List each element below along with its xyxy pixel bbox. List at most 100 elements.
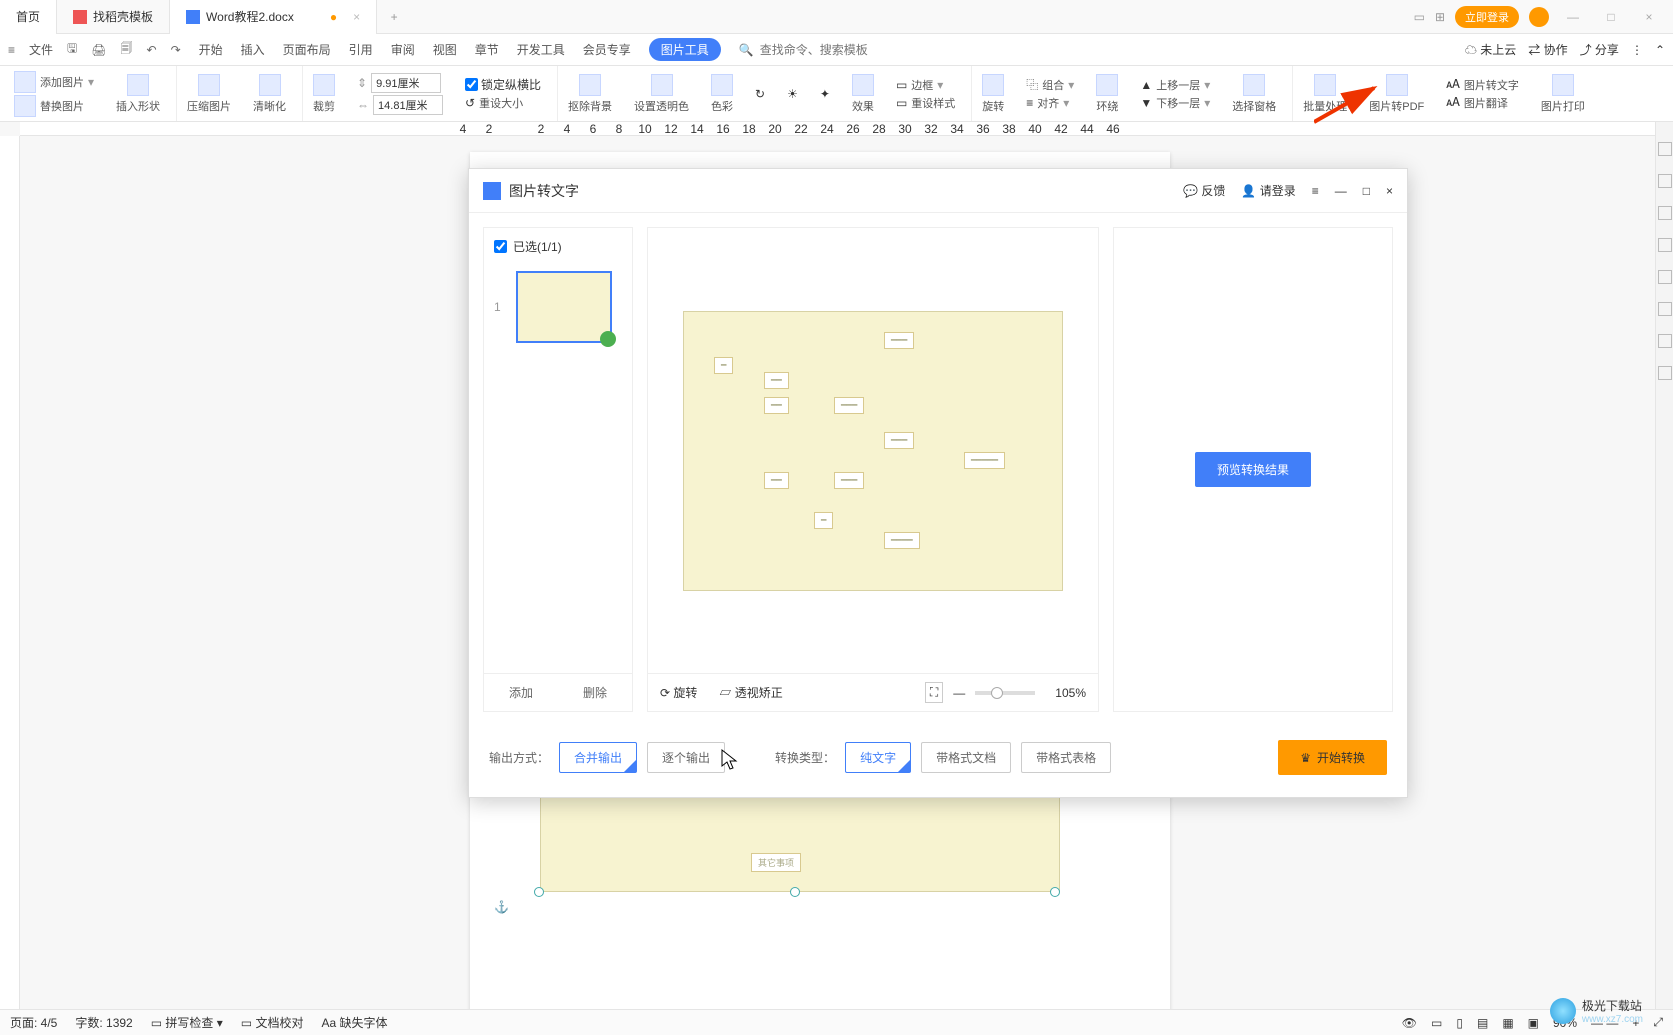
align-button[interactable]: ≡对齐▾: [1026, 95, 1069, 111]
tab-template[interactable]: 找稻壳模板: [57, 0, 170, 34]
effects-button[interactable]: 效果: [846, 66, 880, 121]
page-mode-icon[interactable]: ▯: [1456, 1016, 1463, 1030]
height-input[interactable]: [373, 95, 443, 115]
sidebar-location-icon[interactable]: [1658, 302, 1672, 316]
thumbnail-item[interactable]: [516, 271, 612, 343]
command-search-input[interactable]: [760, 43, 890, 57]
tab-document[interactable]: Word教程2.docx●×: [170, 0, 377, 34]
menu-picture-tools[interactable]: 图片工具: [649, 38, 721, 61]
login-button[interactable]: 立即登录: [1455, 6, 1519, 28]
rotate-preview-button[interactable]: ⟳ 旋转: [660, 684, 697, 701]
reset-size-button[interactable]: ↺重设大小: [465, 95, 523, 111]
preview-result-button[interactable]: 预览转换结果: [1195, 452, 1311, 487]
start-convert-button[interactable]: ♛开始转换: [1278, 740, 1387, 775]
crop-button[interactable]: 裁剪: [302, 66, 341, 121]
menu-insert[interactable]: 插入: [241, 41, 265, 58]
undo-icon[interactable]: ↶: [147, 43, 157, 57]
window-close[interactable]: ×: [1635, 10, 1663, 24]
avatar-icon[interactable]: [1529, 7, 1549, 27]
file-menu[interactable]: 文件: [29, 41, 53, 58]
reset-style-button[interactable]: ▭重设样式: [896, 95, 955, 111]
reading-icon[interactable]: ▣: [1528, 1016, 1539, 1030]
menu-page-layout[interactable]: 页面布局: [283, 41, 331, 58]
print-image-button[interactable]: 图片打印: [1535, 66, 1591, 121]
word-count[interactable]: 字数: 1392: [75, 1014, 132, 1031]
clarify-button[interactable]: 清晰化: [247, 66, 292, 121]
sidebar-help-icon[interactable]: [1658, 366, 1672, 380]
preview-image[interactable]: ━━━ ━ ━━ ━━ ━━━ ━━━ ━━━━━ ━━ ━━━ ━ ━━━━: [683, 311, 1063, 591]
type-table-button[interactable]: 带格式表格: [1021, 742, 1111, 773]
color-button[interactable]: 色彩: [705, 66, 739, 121]
print-icon[interactable]: 🖨: [91, 43, 106, 57]
tab-close-icon[interactable]: ×: [353, 10, 360, 24]
translate-button[interactable]: 🗚图片翻译: [1446, 95, 1508, 111]
delete-thumb-button[interactable]: 删除: [558, 674, 632, 711]
sidebar-tool-icon[interactable]: [1658, 334, 1672, 348]
proof-button[interactable]: ▭ 文档校对: [241, 1014, 304, 1031]
web-mode-icon[interactable]: ▦: [1502, 1016, 1513, 1030]
menu-references[interactable]: 引用: [349, 41, 373, 58]
sidebar-style-icon[interactable]: [1658, 142, 1672, 156]
pic-rotate-button[interactable]: ↻: [749, 66, 771, 121]
up-layer-button[interactable]: ▲上移一层▾: [1140, 77, 1210, 93]
save-icon[interactable]: 🖫: [67, 39, 77, 60]
wrap-button[interactable]: 环绕: [1090, 66, 1124, 121]
replace-image-button[interactable]: 替换图片: [14, 95, 84, 117]
window-maximize[interactable]: □: [1597, 10, 1625, 24]
output-each-button[interactable]: 逐个输出: [647, 742, 725, 773]
read-mode-icon[interactable]: ▭: [1431, 1016, 1442, 1030]
resize-handle[interactable]: [534, 887, 544, 897]
cloud-status[interactable]: ☁ 未上云: [1465, 41, 1516, 58]
menu-vip[interactable]: 会员专享: [583, 41, 631, 58]
select-all-checkbox[interactable]: [494, 240, 507, 253]
feedback-button[interactable]: 💬 反馈: [1183, 182, 1225, 199]
layout-icon[interactable]: ▭: [1414, 10, 1425, 24]
pic-bright-button[interactable]: ☀: [781, 66, 804, 121]
resize-handle[interactable]: [790, 887, 800, 897]
spellcheck-button[interactable]: ▭ 拼写检查 ▾: [151, 1014, 223, 1031]
fit-icon[interactable]: ⛶: [925, 682, 943, 703]
pic-sparkle-button[interactable]: ✦: [814, 66, 836, 121]
view-mode-icon[interactable]: 👁: [1402, 1016, 1417, 1030]
menu-view[interactable]: 视图: [433, 41, 457, 58]
new-tab-button[interactable]: +: [377, 10, 411, 24]
combine-button[interactable]: ⿻组合▾: [1026, 76, 1074, 93]
to-text-button[interactable]: 🗚图片转文字: [1446, 77, 1519, 93]
insert-shape-button[interactable]: 插入形状: [110, 66, 166, 121]
width-input[interactable]: [371, 73, 441, 93]
menu-chapter[interactable]: 章节: [475, 41, 499, 58]
hamburger-icon[interactable]: ≡: [8, 43, 15, 57]
down-layer-button[interactable]: ▼下移一层▾: [1140, 95, 1210, 111]
missing-font-button[interactable]: Aa 缺失字体: [321, 1014, 387, 1031]
outline-mode-icon[interactable]: ▤: [1477, 1016, 1488, 1030]
dialog-maximize-icon[interactable]: □: [1363, 184, 1370, 198]
collapse-icon[interactable]: ⌃: [1655, 43, 1665, 57]
select-pane-button[interactable]: 选择窗格: [1226, 66, 1282, 121]
sidebar-cloud-icon[interactable]: [1658, 270, 1672, 284]
rotate-button[interactable]: 旋转: [971, 66, 1010, 121]
dialog-minimize-icon[interactable]: —: [1335, 184, 1347, 198]
page-indicator[interactable]: 页面: 4/5: [10, 1014, 57, 1031]
window-minimize[interactable]: —: [1559, 10, 1587, 24]
remove-bg-button[interactable]: 抠除背景: [557, 66, 618, 121]
add-image-button[interactable]: 添加图片▾: [14, 71, 94, 93]
dialog-menu-icon[interactable]: ≡: [1312, 184, 1319, 198]
fullscreen-icon[interactable]: ⤢: [1653, 1015, 1663, 1030]
preview-icon[interactable]: 🗐: [121, 39, 133, 60]
border-button[interactable]: ▭边框▾: [896, 77, 943, 93]
tab-home[interactable]: 首页: [0, 0, 57, 34]
type-doc-button[interactable]: 带格式文档: [921, 742, 1011, 773]
dialog-login-button[interactable]: 👤 请登录: [1241, 182, 1295, 199]
dialog-close-icon[interactable]: ×: [1386, 184, 1393, 198]
share-button[interactable]: ⤴ 分享: [1580, 41, 1619, 58]
output-merge-button[interactable]: 合并输出: [559, 742, 637, 773]
sidebar-settings-icon[interactable]: [1658, 238, 1672, 252]
perspective-button[interactable]: ▱ 透视矫正: [719, 684, 782, 701]
add-thumb-button[interactable]: 添加: [484, 674, 558, 711]
type-plaintext-button[interactable]: 纯文字: [845, 742, 911, 773]
collab-button[interactable]: ⇄ 协作: [1528, 41, 1567, 58]
transparent-button[interactable]: 设置透明色: [628, 66, 695, 121]
more-icon[interactable]: ⋮: [1631, 43, 1643, 57]
zoom-out-icon[interactable]: —: [953, 686, 965, 700]
compress-button[interactable]: 压缩图片: [176, 66, 237, 121]
